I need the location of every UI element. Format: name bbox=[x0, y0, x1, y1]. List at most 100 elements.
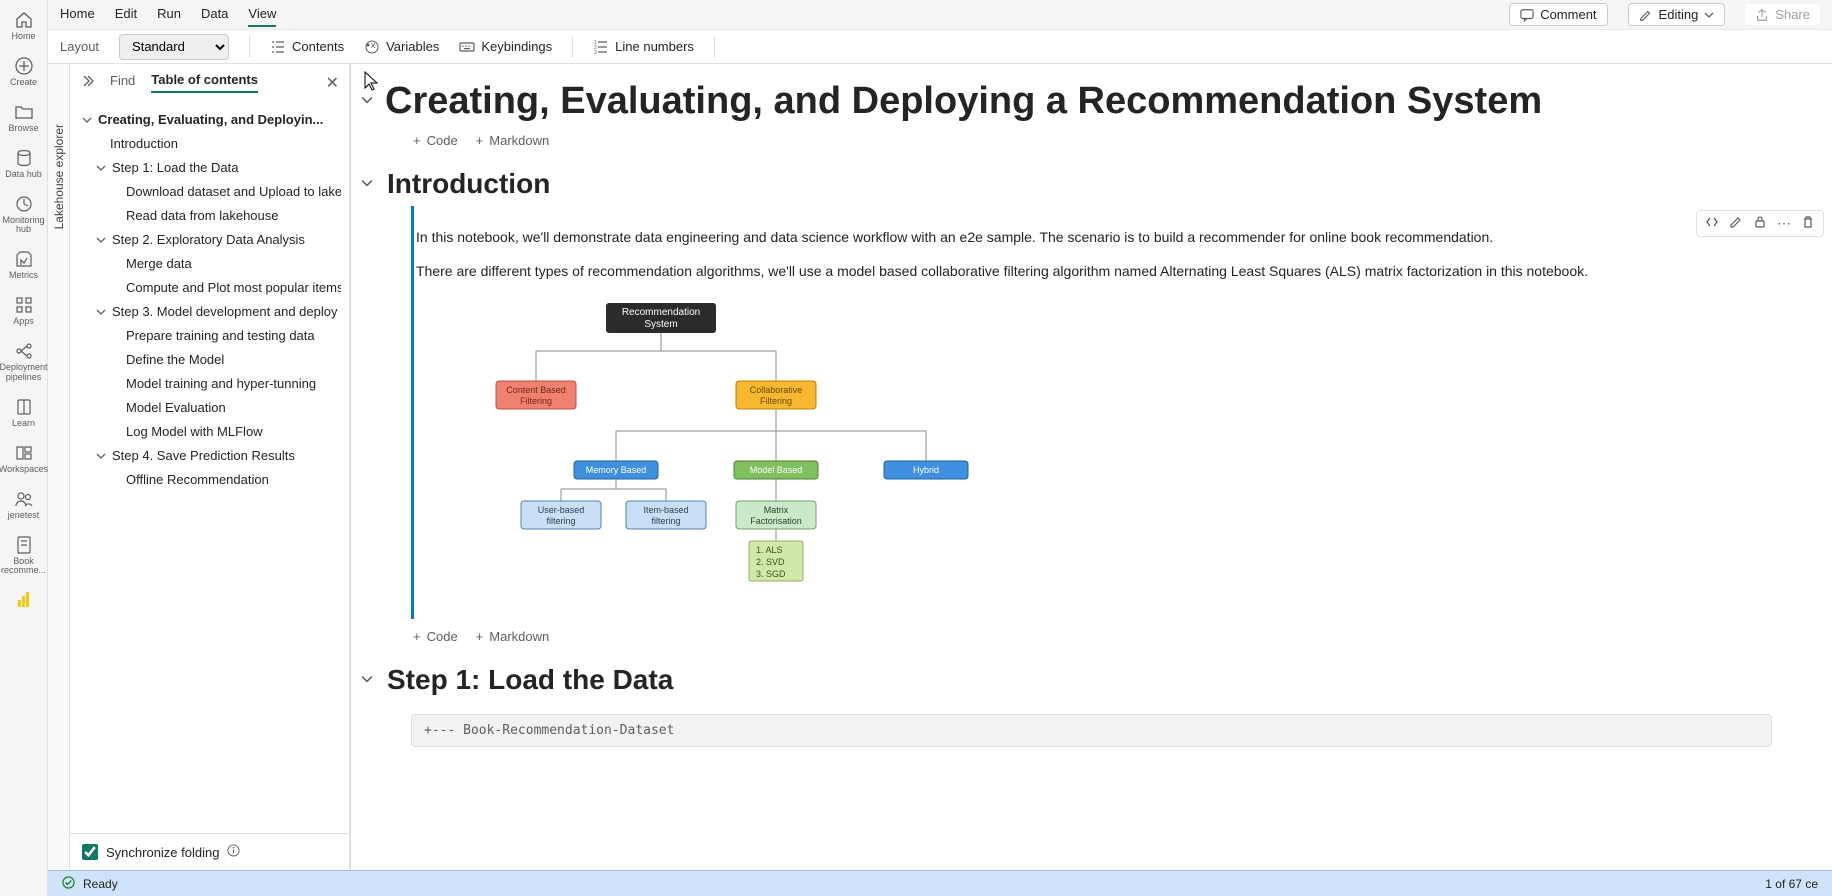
plus-icon bbox=[14, 56, 34, 76]
toc-item[interactable]: Read data from lakehouse bbox=[76, 204, 341, 228]
rail-monitor[interactable]: Monitoring hub bbox=[0, 188, 47, 244]
rail-apps[interactable]: Apps bbox=[0, 289, 47, 335]
rail-home[interactable]: Home bbox=[0, 4, 47, 50]
plus-icon: + bbox=[413, 629, 421, 644]
toc-item[interactable]: Step 1: Load the Data bbox=[76, 156, 341, 180]
svg-text:Filtering: Filtering bbox=[760, 396, 792, 406]
line-numbers-button[interactable]: 123 Line numbers bbox=[593, 39, 694, 55]
svg-text:2. SVD: 2. SVD bbox=[756, 557, 785, 567]
svg-text:Content Based: Content Based bbox=[506, 385, 566, 395]
rail-notebook[interactable]: Book recomme... bbox=[0, 529, 47, 585]
learn-icon bbox=[14, 397, 34, 417]
plus-icon: + bbox=[413, 133, 421, 148]
sync-folding-checkbox[interactable] bbox=[82, 844, 98, 860]
monitor-icon bbox=[14, 194, 34, 214]
code-cell-preview[interactable]: +--- Book-Recommendation-Dataset bbox=[411, 714, 1772, 747]
chevron-down-icon bbox=[94, 235, 108, 245]
sync-folding-row: Synchronize folding bbox=[70, 833, 349, 870]
toc-item[interactable]: Define the Model bbox=[76, 348, 341, 372]
workspaces-icon bbox=[14, 443, 34, 463]
intro-paragraph-2: There are different types of recommendat… bbox=[416, 262, 1772, 282]
add-markdown-cell-button[interactable]: +Markdown bbox=[476, 629, 550, 644]
svg-text:1: 1 bbox=[594, 40, 597, 46]
svg-text:filtering: filtering bbox=[651, 516, 680, 526]
toc-item[interactable]: Step 3. Model development and deploy bbox=[76, 300, 341, 324]
fold-toggle[interactable] bbox=[361, 177, 377, 192]
status-cell-count: 1 of 67 ce bbox=[1765, 877, 1818, 891]
keybindings-button[interactable]: Keybindings bbox=[459, 39, 552, 55]
toc-root[interactable]: Creating, Evaluating, and Deployin... bbox=[76, 108, 341, 132]
delete-icon[interactable] bbox=[1801, 215, 1815, 232]
notebook-content: Creating, Evaluating, and Deploying a Re… bbox=[350, 64, 1832, 870]
layout-label: Layout bbox=[60, 39, 99, 54]
comment-button[interactable]: Comment bbox=[1509, 3, 1607, 26]
more-icon[interactable]: ⋯ bbox=[1777, 215, 1791, 232]
fold-toggle[interactable] bbox=[361, 94, 377, 109]
toc-item[interactable]: Prepare training and testing data bbox=[76, 324, 341, 348]
menu-bar: Home Edit Run Data View Comment Editing Shar… bbox=[48, 0, 1832, 30]
close-sidebar-button[interactable]: ✕ bbox=[326, 73, 339, 93]
menu-run[interactable]: Run bbox=[157, 2, 181, 27]
toc-item[interactable]: Model Evaluation bbox=[76, 396, 341, 420]
status-success-icon bbox=[62, 876, 75, 892]
svg-text:System: System bbox=[644, 319, 677, 330]
find-tab[interactable]: Find bbox=[110, 73, 135, 92]
apps-icon bbox=[14, 295, 34, 315]
toc-item[interactable]: Model training and hyper-tunning bbox=[76, 372, 341, 396]
rail-powerbi[interactable] bbox=[0, 584, 47, 618]
rail-metrics[interactable]: Metrics bbox=[0, 243, 47, 289]
rail-datahub[interactable]: Data hub bbox=[0, 142, 47, 188]
rail-people[interactable]: jenetest bbox=[0, 483, 47, 529]
svg-text:x: x bbox=[371, 40, 376, 50]
variables-button[interactable]: x Variables bbox=[364, 39, 439, 55]
menu-home[interactable]: Home bbox=[60, 2, 95, 27]
svg-text:Model Based: Model Based bbox=[750, 465, 803, 475]
rail-folder[interactable]: Browse bbox=[0, 96, 47, 142]
mouse-cursor-icon bbox=[363, 70, 379, 92]
toc-item[interactable]: Download dataset and Upload to lakeh... bbox=[76, 180, 341, 204]
svg-text:filtering: filtering bbox=[546, 516, 575, 526]
toc-sidebar: Find Table of contents ✕ Creating, Evalu… bbox=[70, 64, 350, 870]
plus-icon: + bbox=[476, 133, 484, 148]
svg-text:Item-based: Item-based bbox=[643, 505, 688, 515]
svg-text:User-based: User-based bbox=[538, 505, 585, 515]
toc-item[interactable]: Introduction bbox=[76, 132, 341, 156]
toc-item[interactable]: Merge data bbox=[76, 252, 341, 276]
chevron-down-icon bbox=[94, 307, 108, 317]
rail-plus[interactable]: Create bbox=[0, 50, 47, 96]
layout-select[interactable]: Standard bbox=[119, 34, 229, 60]
add-code-cell-button[interactable]: +Code bbox=[413, 133, 458, 148]
toc-item[interactable]: Step 4. Save Prediction Results bbox=[76, 444, 341, 468]
contents-button[interactable]: Contents bbox=[270, 39, 344, 55]
svg-text:3: 3 bbox=[594, 50, 597, 55]
edit-icon[interactable] bbox=[1729, 215, 1743, 232]
menu-data[interactable]: Data bbox=[201, 2, 228, 27]
add-code-cell-button[interactable]: +Code bbox=[413, 629, 458, 644]
share-button[interactable]: Share bbox=[1745, 4, 1820, 25]
recommendation-system-diagram: Recommendation System Content Based Filt… bbox=[416, 295, 1772, 611]
chevron-down-icon bbox=[94, 451, 108, 461]
fold-toggle[interactable] bbox=[361, 673, 377, 688]
menu-edit[interactable]: Edit bbox=[115, 2, 137, 27]
collapse-sidebar-button[interactable] bbox=[80, 74, 94, 91]
toc-item[interactable]: Log Model with MLFlow bbox=[76, 420, 341, 444]
rail-pipeline[interactable]: Deployment pipelines bbox=[0, 335, 47, 391]
editing-dropdown[interactable]: Editing bbox=[1628, 3, 1726, 26]
rail-learn[interactable]: Learn bbox=[0, 391, 47, 437]
add-markdown-cell-button[interactable]: +Markdown bbox=[476, 133, 550, 148]
menu-view[interactable]: View bbox=[248, 2, 276, 27]
status-ready-label: Ready bbox=[83, 877, 118, 891]
code-icon[interactable] bbox=[1705, 215, 1719, 232]
toc-item[interactable]: Offline Recommendation bbox=[76, 468, 341, 492]
lock-icon[interactable] bbox=[1753, 215, 1767, 232]
rail-workspaces[interactable]: Workspaces bbox=[0, 437, 47, 483]
svg-text:2: 2 bbox=[594, 45, 597, 51]
datahub-icon bbox=[14, 148, 34, 168]
intro-heading: Introduction bbox=[387, 168, 550, 200]
toc-tab[interactable]: Table of contents bbox=[151, 72, 258, 93]
lakehouse-explorer-strip[interactable]: Lakehouse explorer bbox=[48, 64, 70, 870]
info-icon[interactable] bbox=[227, 844, 240, 860]
markdown-cell[interactable]: ⋯ In this notebook, we'll demonstrate da… bbox=[411, 206, 1772, 619]
toc-item[interactable]: Step 2. Exploratory Data Analysis bbox=[76, 228, 341, 252]
toc-item[interactable]: Compute and Plot most popular items bbox=[76, 276, 341, 300]
